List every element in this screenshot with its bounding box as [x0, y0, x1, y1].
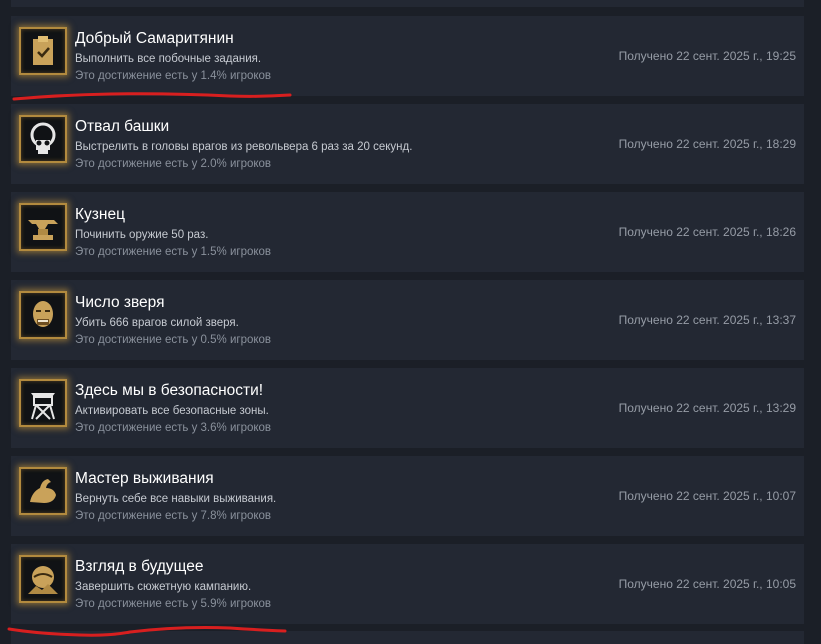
watchtower-icon	[19, 379, 67, 427]
achievement-row-partial-top	[11, 0, 804, 7]
achievement-unlock-date: Получено 22 сент. 2025 г., 18:26	[618, 225, 796, 239]
achievement-row[interactable]: Взгляд в будущее Завершить сюжетную камп…	[11, 544, 804, 624]
achievement-title: Здесь мы в безопасности!	[75, 382, 264, 399]
beast-face-icon	[19, 291, 67, 339]
achievement-rarity: Это достижение есть у 5.9% игроков	[75, 598, 272, 610]
flexed-arm-icon	[19, 467, 67, 515]
achievement-rarity: Это достижение есть у 3.6% игроков	[75, 422, 272, 434]
achievement-description: Вернуть себе все навыки выживания.	[75, 493, 277, 505]
achievement-rarity: Это достижение есть у 1.4% игроков	[75, 70, 272, 82]
skull-icon	[19, 115, 67, 163]
achievement-description: Активировать все безопасные зоны.	[75, 405, 269, 417]
horizon-icon	[19, 555, 67, 603]
achievement-unlock-date: Получено 22 сент. 2025 г., 13:29	[618, 401, 796, 415]
achievement-description: Убить 666 врагов силой зверя.	[75, 317, 239, 329]
clipboard-icon	[19, 27, 67, 75]
achievement-row[interactable]: Здесь мы в безопасности! Активировать вс…	[11, 368, 804, 448]
achievement-description: Выполнить все побочные задания.	[75, 53, 262, 65]
achievement-rarity: Это достижение есть у 2.0% игроков	[75, 158, 272, 170]
achievement-title: Мастер выживания	[75, 470, 214, 487]
achievement-title: Кузнец	[75, 206, 125, 223]
achievement-rarity: Это достижение есть у 7.8% игроков	[75, 510, 272, 522]
achievement-row[interactable]: Отвал башки Выстрелить в головы врагов и…	[11, 104, 804, 184]
achievement-title: Число зверя	[75, 294, 165, 311]
achievement-title: Отвал башки	[75, 118, 170, 135]
achievement-row-partial-bottom	[11, 631, 804, 644]
achievement-unlock-date: Получено 22 сент. 2025 г., 19:25	[618, 49, 796, 63]
achievement-unlock-date: Получено 22 сент. 2025 г., 18:29	[618, 137, 796, 151]
achievement-description: Завершить сюжетную кампанию.	[75, 581, 252, 593]
achievement-rarity: Это достижение есть у 0.5% игроков	[75, 334, 272, 346]
achievement-row[interactable]: Добрый Самаритянин Выполнить все побочны…	[11, 16, 804, 96]
achievement-title: Добрый Самаритянин	[75, 30, 234, 47]
achievement-description: Починить оружие 50 раз.	[75, 229, 209, 241]
achievement-row[interactable]: Мастер выживания Вернуть себе все навыки…	[11, 456, 804, 536]
achievement-row[interactable]: Число зверя Убить 666 врагов силой зверя…	[11, 280, 804, 360]
achievement-rarity: Это достижение есть у 1.5% игроков	[75, 246, 272, 258]
achievement-description: Выстрелить в головы врагов из револьвера…	[75, 141, 413, 153]
achievement-unlock-date: Получено 22 сент. 2025 г., 10:07	[618, 489, 796, 503]
achievement-row[interactable]: Кузнец Починить оружие 50 раз. Это дости…	[11, 192, 804, 272]
anvil-icon	[19, 203, 67, 251]
achievement-title: Взгляд в будущее	[75, 558, 204, 575]
achievement-unlock-date: Получено 22 сент. 2025 г., 10:05	[618, 577, 796, 591]
achievement-unlock-date: Получено 22 сент. 2025 г., 13:37	[618, 313, 796, 327]
